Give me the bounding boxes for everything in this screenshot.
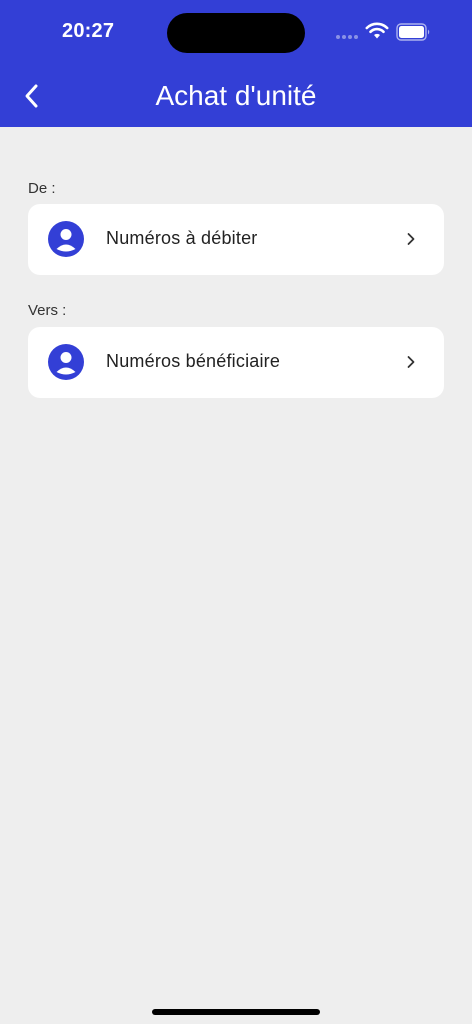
beneficiary-numbers-card[interactable]: Numéros bénéficiaire — [28, 327, 444, 398]
page-title: Achat d'unité — [155, 80, 317, 111]
dynamic-island — [167, 13, 305, 53]
cellular-signal-icon — [336, 35, 358, 39]
app-header: 20:27 Achat d'unité — [0, 0, 472, 127]
beneficiary-numbers-label: Numéros bénéficiaire — [106, 351, 281, 371]
battery-icon — [396, 23, 430, 41]
to-section-label: Vers : — [28, 302, 67, 319]
from-section-label: De : — [28, 180, 56, 197]
chevron-right-icon — [407, 233, 415, 245]
user-avatar-icon — [48, 344, 84, 380]
debit-numbers-label: Numéros à débiter — [106, 228, 258, 248]
wifi-icon — [365, 22, 389, 39]
home-indicator[interactable] — [152, 1009, 320, 1015]
chevron-right-icon — [407, 356, 415, 368]
user-avatar-icon — [48, 221, 84, 257]
debit-numbers-card[interactable]: Numéros à débiter — [28, 204, 444, 275]
status-time: 20:27 — [62, 20, 115, 42]
